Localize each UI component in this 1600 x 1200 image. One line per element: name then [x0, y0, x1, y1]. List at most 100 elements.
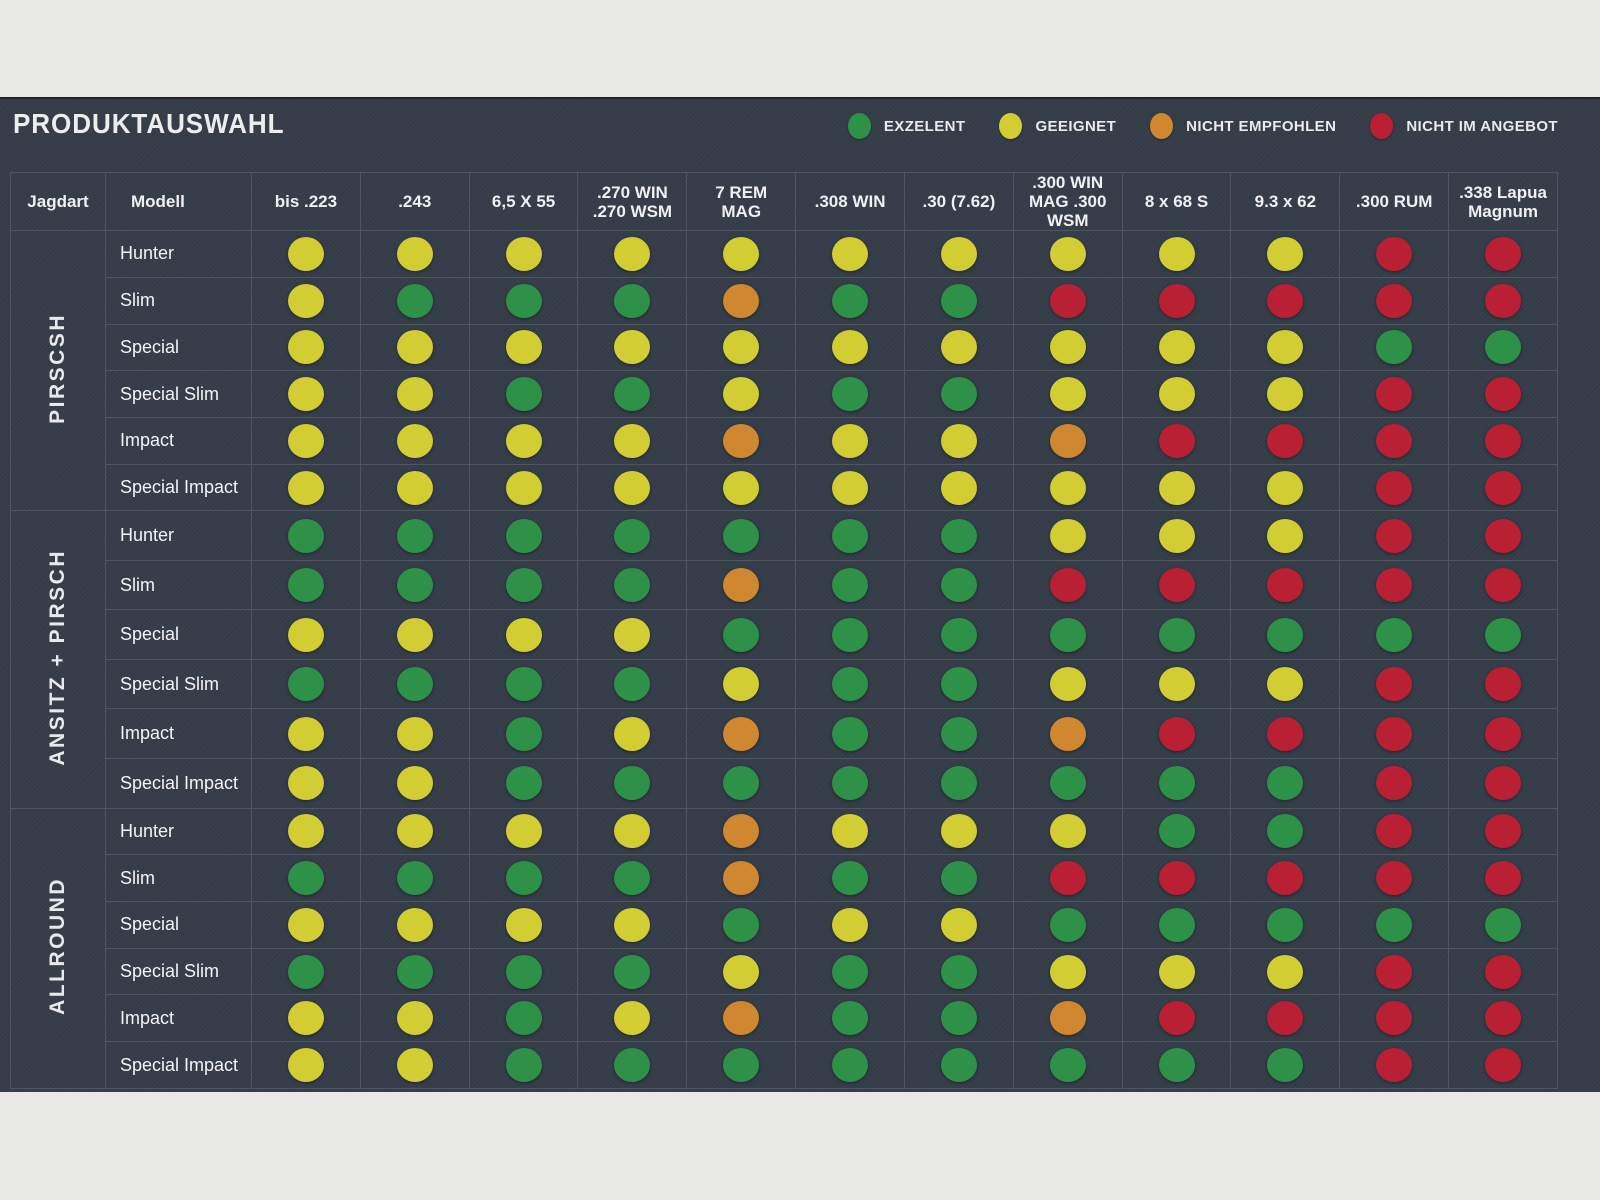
rating-cell — [578, 324, 687, 371]
rating-cell — [687, 995, 796, 1042]
rating-cell — [469, 560, 578, 610]
status-dot-ge — [1159, 519, 1195, 553]
rating-cell — [1231, 277, 1340, 324]
status-dot-ge — [614, 717, 650, 751]
status-dot-ge — [288, 284, 324, 318]
column-header: .300 WIN MAG .300 WSM — [1013, 173, 1122, 231]
status-dot-na — [1376, 519, 1412, 553]
rating-cell — [578, 610, 687, 660]
status-dot-ge — [1050, 955, 1086, 989]
model-label: Slim — [106, 277, 252, 324]
group-label: ALLROUND — [46, 877, 70, 1015]
status-dot-ex — [614, 667, 650, 701]
table-row: Slim — [11, 560, 1558, 610]
status-dot-na — [1159, 568, 1195, 602]
status-dot-ex — [832, 955, 868, 989]
rating-cell — [1231, 855, 1340, 902]
rating-cell — [1122, 324, 1231, 371]
status-dot-ex — [941, 519, 977, 553]
column-header: 6,5 X 55 — [469, 173, 578, 231]
status-dot-ge — [832, 237, 868, 271]
rating-cell — [360, 855, 469, 902]
status-dot-ge — [506, 330, 542, 364]
rating-cell — [1449, 324, 1558, 371]
rating-cell — [1340, 758, 1449, 808]
rating-cell — [1340, 277, 1449, 324]
group-cell: ALLROUND — [11, 808, 106, 1088]
status-dot-na — [1159, 1001, 1195, 1035]
status-dot-ex — [941, 568, 977, 602]
status-dot-ge — [1050, 814, 1086, 848]
status-dot-ge — [614, 330, 650, 364]
group-label: ANSITZ + PIRSCH — [46, 549, 70, 766]
status-dot-ex — [723, 1048, 759, 1082]
rating-cell — [469, 808, 578, 855]
rating-cell — [1013, 464, 1122, 511]
rating-cell — [578, 808, 687, 855]
model-label: Special — [106, 324, 252, 371]
status-dot-ge — [614, 237, 650, 271]
model-label: Special Slim — [106, 371, 252, 418]
legend-dot-ne — [1150, 113, 1173, 139]
rating-cell — [1449, 659, 1558, 709]
rating-cell — [1122, 511, 1231, 561]
legend-item: NICHT EMPFOHLEN — [1150, 113, 1336, 139]
status-dot-ge — [288, 766, 324, 800]
status-dot-na — [1485, 717, 1521, 751]
rating-cell — [796, 659, 905, 709]
rating-cell — [1122, 659, 1231, 709]
rating-cell — [1340, 464, 1449, 511]
rating-cell — [904, 808, 1013, 855]
status-dot-ge — [506, 237, 542, 271]
legend-label: GEEIGNET — [1035, 118, 1116, 135]
rating-cell — [1340, 659, 1449, 709]
column-header: .270 WIN .270 WSM — [578, 173, 687, 231]
rating-cell — [796, 417, 905, 464]
page-title: PRODUKTAUSWAHL — [13, 108, 284, 140]
status-dot-na — [1485, 955, 1521, 989]
rating-cell — [796, 709, 905, 759]
rating-cell — [1122, 417, 1231, 464]
rating-cell — [469, 610, 578, 660]
column-header: .308 WIN — [796, 173, 905, 231]
rating-cell — [360, 808, 469, 855]
status-dot-ge — [1050, 377, 1086, 411]
rating-cell — [1449, 511, 1558, 561]
model-label: Slim — [106, 560, 252, 610]
legend-item: NICHT IM ANGEBOT — [1370, 113, 1558, 139]
rating-cell — [1449, 417, 1558, 464]
rating-cell — [796, 277, 905, 324]
rating-cell — [1449, 464, 1558, 511]
table-row: Special — [11, 610, 1558, 660]
status-dot-ge — [288, 618, 324, 652]
rating-cell — [1231, 902, 1340, 949]
rating-cell — [1449, 758, 1558, 808]
status-dot-ge — [397, 330, 433, 364]
status-dot-ex — [941, 377, 977, 411]
rating-cell — [1231, 948, 1340, 995]
status-dot-ex — [1485, 330, 1521, 364]
status-dot-ex — [1376, 908, 1412, 942]
status-dot-ge — [941, 424, 977, 458]
status-dot-ge — [1159, 955, 1195, 989]
rating-cell — [252, 995, 361, 1042]
status-dot-ge — [832, 814, 868, 848]
status-dot-na — [1376, 955, 1412, 989]
rating-cell — [687, 560, 796, 610]
status-dot-ex — [614, 955, 650, 989]
rating-cell — [1340, 371, 1449, 418]
rating-cell — [1340, 855, 1449, 902]
status-dot-ge — [1159, 330, 1195, 364]
status-dot-ge — [723, 667, 759, 701]
status-dot-na — [1485, 471, 1521, 505]
model-label: Impact — [106, 995, 252, 1042]
status-dot-na — [1376, 766, 1412, 800]
rating-cell — [469, 417, 578, 464]
status-dot-ex — [941, 667, 977, 701]
column-header: .30 (7.62) — [904, 173, 1013, 231]
rating-cell — [1340, 417, 1449, 464]
rating-cell — [1122, 610, 1231, 660]
status-dot-ge — [288, 1048, 324, 1082]
rating-cell — [360, 417, 469, 464]
status-dot-na — [1050, 568, 1086, 602]
